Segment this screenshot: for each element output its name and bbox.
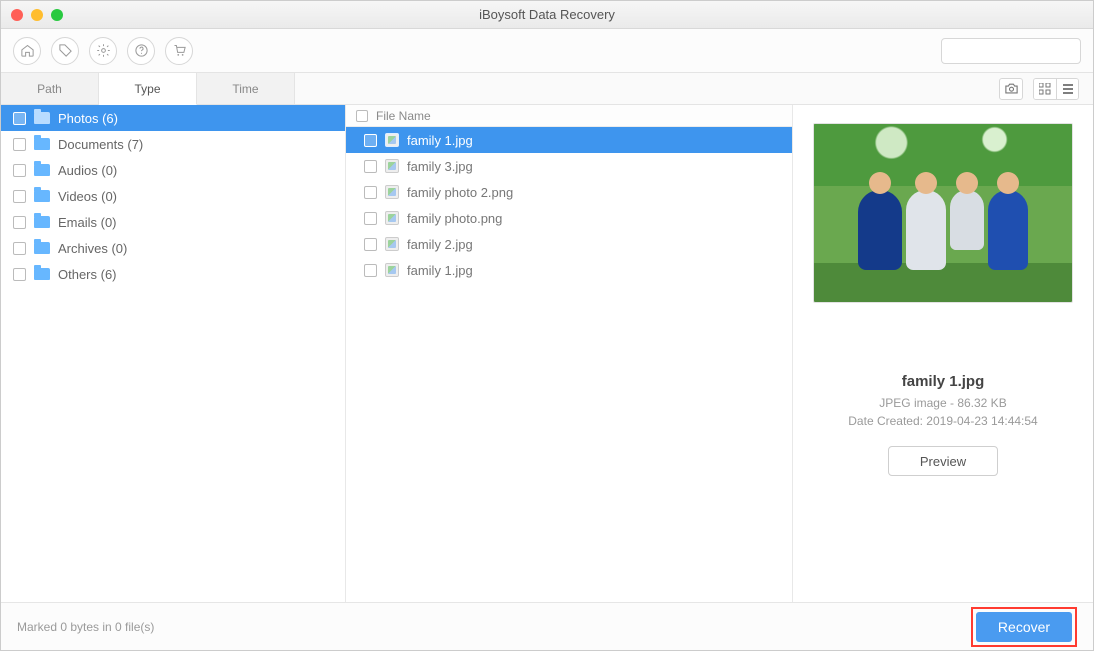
help-button[interactable] bbox=[127, 37, 155, 65]
file-row[interactable]: family 2.jpg bbox=[346, 231, 792, 257]
tag-icon bbox=[58, 43, 73, 58]
preview-filename: family 1.jpg bbox=[902, 373, 985, 390]
file-name: family 3.jpg bbox=[407, 159, 473, 174]
image-file-icon bbox=[385, 211, 399, 225]
checkbox[interactable] bbox=[364, 264, 377, 277]
sidebar-item-audios[interactable]: Audios (0) bbox=[1, 157, 345, 183]
checkbox[interactable] bbox=[13, 242, 26, 255]
app-window: iBoysoft Data Recovery ✕ Path Type Time bbox=[0, 0, 1094, 651]
toolbar: ✕ bbox=[1, 29, 1093, 73]
sidebar-item-others[interactable]: Others (6) bbox=[1, 261, 345, 287]
image-file-icon bbox=[385, 263, 399, 277]
category-sidebar: Photos (6) Documents (7) Audios (0) Vide… bbox=[1, 105, 346, 602]
preview-file-date: Date Created: 2019-04-23 14:44:54 bbox=[848, 414, 1037, 428]
file-name: family photo 2.png bbox=[407, 185, 513, 200]
camera-icon bbox=[1004, 82, 1019, 95]
image-file-icon bbox=[385, 133, 399, 147]
list-icon bbox=[1062, 83, 1074, 95]
folder-icon bbox=[34, 190, 50, 202]
preview-thumbnail bbox=[813, 123, 1073, 303]
view-buttons bbox=[999, 73, 1093, 104]
grid-icon bbox=[1039, 83, 1051, 95]
checkbox[interactable] bbox=[13, 216, 26, 229]
tag-button[interactable] bbox=[51, 37, 79, 65]
settings-button[interactable] bbox=[89, 37, 117, 65]
sidebar-item-documents[interactable]: Documents (7) bbox=[1, 131, 345, 157]
sidebar-item-label: Videos (0) bbox=[58, 189, 117, 204]
checkbox[interactable] bbox=[13, 164, 26, 177]
folder-icon bbox=[34, 242, 50, 254]
select-all-checkbox[interactable] bbox=[356, 110, 368, 122]
marked-status: Marked 0 bytes in 0 file(s) bbox=[17, 620, 154, 634]
checkbox[interactable] bbox=[364, 212, 377, 225]
checkbox[interactable] bbox=[364, 238, 377, 251]
file-row[interactable]: family 1.jpg bbox=[346, 127, 792, 153]
family-photo-illustration bbox=[814, 124, 1072, 302]
cart-icon bbox=[172, 43, 187, 58]
view-mode-toggle bbox=[1033, 78, 1079, 100]
sidebar-item-archives[interactable]: Archives (0) bbox=[1, 235, 345, 261]
search-input[interactable] bbox=[948, 44, 1094, 58]
file-row[interactable]: family photo 2.png bbox=[346, 179, 792, 205]
file-row[interactable]: family 1.jpg bbox=[346, 257, 792, 283]
column-header-filename: File Name bbox=[376, 109, 431, 123]
file-name: family 2.jpg bbox=[407, 237, 473, 252]
tab-path[interactable]: Path bbox=[1, 73, 99, 104]
sidebar-item-label: Photos (6) bbox=[58, 111, 118, 126]
preview-pane: family 1.jpg JPEG image - 86.32 KB Date … bbox=[793, 105, 1093, 602]
tab-time[interactable]: Time bbox=[197, 73, 295, 104]
checkbox[interactable] bbox=[13, 112, 26, 125]
file-list-header[interactable]: File Name bbox=[346, 105, 792, 127]
pivot-tabs: Path Type Time bbox=[1, 73, 295, 104]
list-view-button[interactable] bbox=[1056, 79, 1078, 99]
checkbox[interactable] bbox=[364, 134, 377, 147]
sidebar-item-label: Others (6) bbox=[58, 267, 117, 282]
folder-icon bbox=[34, 138, 50, 150]
footer-bar: Marked 0 bytes in 0 file(s) Recover bbox=[1, 602, 1093, 650]
sub-toolbar: Path Type Time bbox=[1, 73, 1093, 105]
sidebar-item-photos[interactable]: Photos (6) bbox=[1, 105, 345, 131]
sidebar-item-videos[interactable]: Videos (0) bbox=[1, 183, 345, 209]
search-box[interactable]: ✕ bbox=[941, 38, 1081, 64]
window-title: iBoysoft Data Recovery bbox=[1, 7, 1093, 22]
grid-view-button[interactable] bbox=[1034, 79, 1056, 99]
preview-button[interactable]: Preview bbox=[888, 446, 998, 476]
gear-icon bbox=[96, 43, 111, 58]
recover-highlight: Recover bbox=[971, 607, 1077, 647]
preview-file-meta: JPEG image - 86.32 KB bbox=[879, 396, 1006, 410]
checkbox[interactable] bbox=[13, 190, 26, 203]
file-list: family 1.jpg family 3.jpg family photo 2… bbox=[346, 127, 792, 283]
image-file-icon bbox=[385, 159, 399, 173]
image-file-icon bbox=[385, 185, 399, 199]
content-area: Photos (6) Documents (7) Audios (0) Vide… bbox=[1, 105, 1093, 602]
file-row[interactable]: family 3.jpg bbox=[346, 153, 792, 179]
sidebar-item-label: Audios (0) bbox=[58, 163, 117, 178]
folder-icon bbox=[34, 268, 50, 280]
home-icon bbox=[20, 43, 35, 58]
image-file-icon bbox=[385, 237, 399, 251]
sidebar-item-label: Emails (0) bbox=[58, 215, 117, 230]
file-name: family 1.jpg bbox=[407, 133, 473, 148]
checkbox[interactable] bbox=[364, 160, 377, 173]
folder-icon bbox=[34, 164, 50, 176]
home-button[interactable] bbox=[13, 37, 41, 65]
file-name: family 1.jpg bbox=[407, 263, 473, 278]
titlebar: iBoysoft Data Recovery bbox=[1, 1, 1093, 29]
snapshot-button[interactable] bbox=[999, 78, 1023, 100]
checkbox[interactable] bbox=[364, 186, 377, 199]
sidebar-item-label: Documents (7) bbox=[58, 137, 143, 152]
folder-icon bbox=[34, 216, 50, 228]
file-name: family photo.png bbox=[407, 211, 502, 226]
file-list-column: File Name family 1.jpg family 3.jpg fami… bbox=[346, 105, 793, 602]
cart-button[interactable] bbox=[165, 37, 193, 65]
question-icon bbox=[134, 43, 149, 58]
tab-type[interactable]: Type bbox=[99, 73, 197, 105]
recover-button[interactable]: Recover bbox=[976, 612, 1072, 642]
file-row[interactable]: family photo.png bbox=[346, 205, 792, 231]
checkbox[interactable] bbox=[13, 138, 26, 151]
sidebar-item-label: Archives (0) bbox=[58, 241, 127, 256]
sidebar-item-emails[interactable]: Emails (0) bbox=[1, 209, 345, 235]
folder-icon bbox=[34, 112, 50, 124]
checkbox[interactable] bbox=[13, 268, 26, 281]
